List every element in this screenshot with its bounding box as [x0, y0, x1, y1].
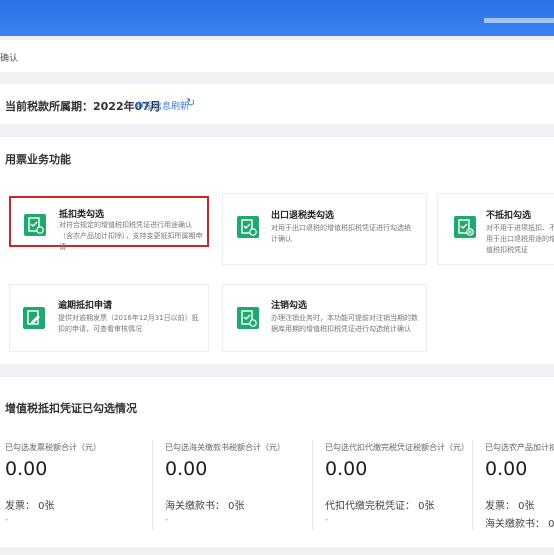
column-divider: [152, 440, 153, 530]
stat-agricultural-deduction: 已勾选农产品加计扣 0.00 发票： 0张 海关缴款书： 0张: [485, 442, 554, 532]
stat-label: 已勾选代扣代缴完税凭证税额合计（元）: [325, 443, 469, 452]
topbar-highlight: [484, 18, 554, 23]
checklist-icon: [237, 216, 259, 238]
card-description: 对不用于进项抵扣、不用于出口退税用途的增值税扣税凭证: [486, 224, 554, 254]
card-description: 对符合规定的增值税扣税凭证进行用途确认（含农产品加计扣除），支持变更抵扣所属期申…: [59, 221, 203, 251]
checklist-icon: [24, 214, 46, 236]
stat-label: 已勾选海关缴款书税额合计（元）: [165, 443, 285, 452]
stat-count: 发票： 0张: [485, 501, 535, 512]
function-card-non-deduction[interactable]: 不抵扣勾选 对不用于进项抵扣、不用于出口退税用途的增值税扣税凭证: [437, 193, 554, 265]
stat-count: 海关缴款书： 0张: [165, 501, 245, 512]
stat-value: 0.00: [485, 458, 528, 480]
checklist-x-icon: [454, 216, 476, 238]
checklist-icon: [237, 307, 259, 329]
stat-value: 0.00: [5, 458, 48, 480]
breadcrumb[interactable]: 确认: [0, 51, 18, 64]
tax-period-bar: 当前税款所属期：2022年07月 申报信息刷新 ↻: [0, 84, 554, 124]
top-navigation-bar: [0, 0, 554, 36]
stat-dash: -: [165, 515, 169, 525]
stat-count-secondary: 海关缴款书： 0张: [485, 519, 554, 530]
card-title: 出口退税类勾选: [271, 211, 335, 221]
refresh-declaration-link[interactable]: 申报信息刷新: [135, 99, 189, 112]
card-description: 提供对逾期发票（2016年12月31日以前）抵扣的申请，可查看审核情况: [58, 314, 199, 333]
function-card-deregistration[interactable]: 注销勾选 办理注销业务时，本功能可提前对注销当期的数据库用期的增值税扣税凭证进行…: [222, 284, 427, 352]
stat-invoice-tax: 已勾选发票税额合计（元） 0.00 发票： 0张 -: [5, 442, 155, 532]
refresh-icon[interactable]: ↻: [186, 96, 195, 109]
stat-label: 已勾选发票税额合计（元）: [5, 443, 101, 452]
edit-doc-icon: [23, 307, 45, 329]
stat-count: 代扣代缴完税凭证： 0张: [325, 501, 435, 512]
column-divider: [472, 440, 473, 530]
stat-dash: -: [5, 515, 9, 525]
stat-label: 已勾选农产品加计扣: [485, 443, 554, 452]
stat-dash: -: [325, 515, 329, 525]
function-card-deduction[interactable]: 抵扣类勾选 对符合规定的增值税扣税凭证进行用途确认（含农产品加计扣除），支持变更…: [9, 196, 209, 251]
card-title: 不抵扣勾选: [486, 211, 532, 221]
column-divider: [312, 440, 313, 530]
card-title: 逾期抵扣申请: [58, 301, 113, 311]
stat-value: 0.00: [325, 458, 368, 480]
card-description: 办理注销业务时，本功能可提前对注销当期的数据库用期的增值税扣税凭证进行勾选统计确…: [271, 314, 418, 333]
breadcrumb-bar: 确认: [0, 40, 554, 72]
functions-section-title: 用票业务功能: [5, 153, 71, 166]
stat-customs-tax: 已勾选海关缴款书税额合计（元） 0.00 海关缴款书： 0张 -: [165, 442, 315, 532]
card-description: 对用于出口退税的增值税扣税凭证进行勾选统计确认: [271, 224, 411, 243]
function-card-overdue-deduction[interactable]: 逾期抵扣申请 提供对逾期发票（2016年12月31日以前）抵扣的申请，可查看审核…: [9, 284, 209, 352]
stats-section-title: 增值税抵扣凭证已勾选情况: [5, 402, 137, 415]
function-card-export-refund[interactable]: 出口退税类勾选 对用于出口退税的增值税扣税凭证进行勾选统计确认: [222, 193, 427, 265]
stat-count: 发票： 0张: [5, 501, 55, 512]
card-title: 注销勾选: [271, 301, 308, 311]
stat-withholding-tax: 已勾选代扣代缴完税凭证税额合计（元） 0.00 代扣代缴完税凭证： 0张 -: [325, 442, 475, 532]
card-title: 抵扣类勾选: [59, 210, 105, 220]
stat-value: 0.00: [165, 458, 208, 480]
